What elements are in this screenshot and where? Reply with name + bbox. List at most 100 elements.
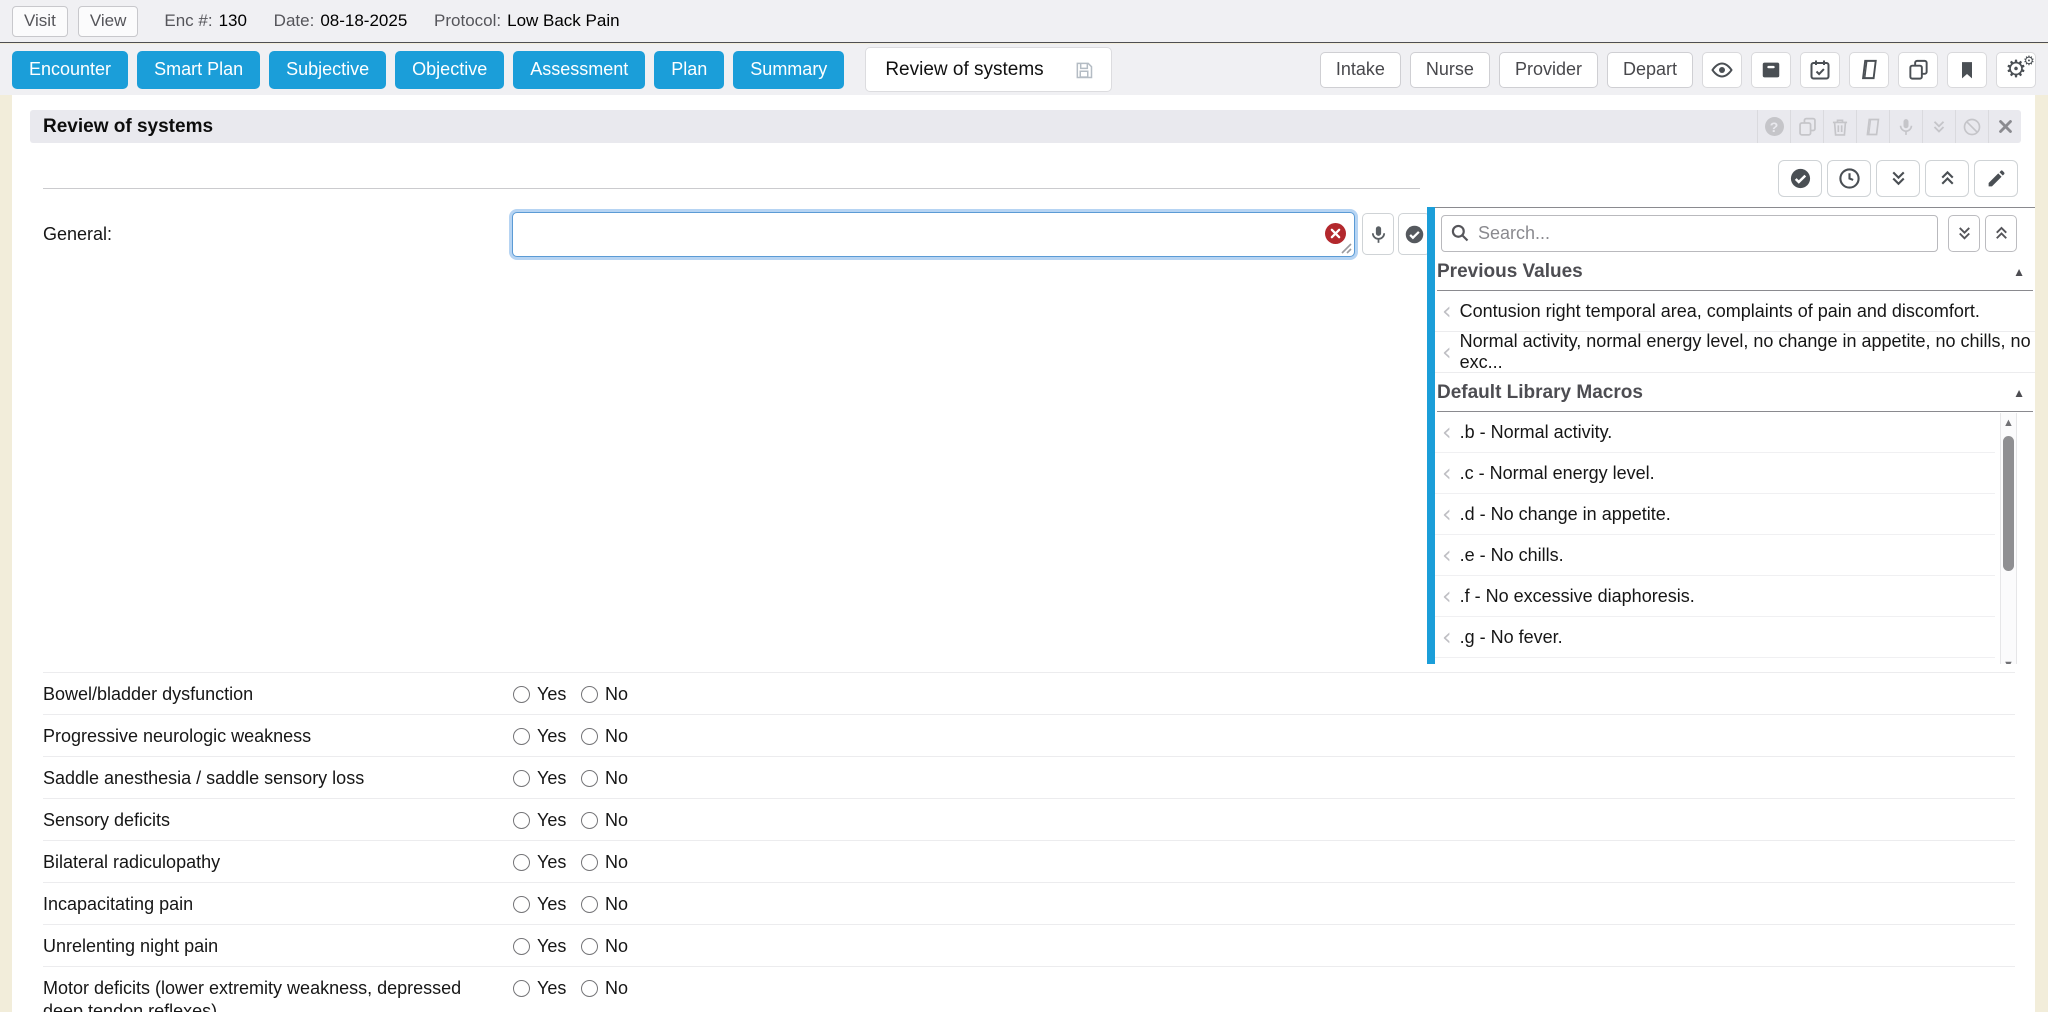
- yes-radio[interactable]: [513, 686, 530, 703]
- check-circle-icon[interactable]: [1778, 160, 1822, 197]
- calendar-check-icon[interactable]: [1800, 52, 1840, 88]
- macros-header[interactable]: Default Library Macros ▲: [1437, 382, 2033, 412]
- collapse-all-up-button[interactable]: [1985, 215, 2017, 252]
- yes-radio[interactable]: [513, 770, 530, 787]
- previous-values-header[interactable]: Previous Values ▲: [1437, 261, 2033, 291]
- question-row: Incapacitating pain Yes No: [43, 882, 2015, 924]
- no-radio[interactable]: [581, 770, 598, 787]
- no-radio[interactable]: [581, 728, 598, 745]
- insert-chevron-icon: ‹: [1442, 504, 1452, 524]
- search-input[interactable]: [1441, 215, 1938, 252]
- eye-icon[interactable]: [1702, 52, 1742, 88]
- macro-list: ‹.b - Normal activity. ‹.c - Normal ener…: [1435, 412, 2035, 664]
- tab-review-of-systems[interactable]: Review of systems: [865, 47, 1111, 92]
- nav-objective-button[interactable]: Objective: [395, 51, 504, 89]
- bookmark-icon[interactable]: [1947, 52, 1987, 88]
- scrollbar-thumb[interactable]: [2003, 436, 2014, 571]
- chevrons-down-icon[interactable]: [1922, 110, 1955, 143]
- resize-grip-icon[interactable]: [1339, 241, 1352, 254]
- no-label: No: [605, 726, 628, 747]
- question-label: Incapacitating pain: [43, 893, 503, 916]
- yes-radio[interactable]: [513, 938, 530, 955]
- expand-all-down-button[interactable]: [1948, 215, 1980, 252]
- clock-icon[interactable]: [1827, 160, 1871, 197]
- macros-title: Default Library Macros: [1437, 382, 1643, 404]
- archive-box-icon[interactable]: [1751, 52, 1791, 88]
- previous-values-title: Previous Values: [1437, 261, 1583, 283]
- no-label: No: [605, 936, 628, 957]
- macro-text: .b - Normal activity.: [1460, 422, 1613, 443]
- help-icon[interactable]: ?: [1757, 110, 1790, 143]
- question-label: Motor deficits (lower extremity weakness…: [43, 977, 503, 1012]
- yes-radio[interactable]: [513, 854, 530, 871]
- macro-item[interactable]: ‹.h - Does not have the feeling of malai…: [1435, 658, 1995, 664]
- copy-icon[interactable]: [1898, 52, 1938, 88]
- close-icon[interactable]: [1988, 110, 2021, 143]
- section-header-icons: ?: [1757, 110, 2021, 143]
- nav-encounter-button[interactable]: Encounter: [12, 51, 128, 89]
- nurse-button[interactable]: Nurse: [1410, 52, 1490, 88]
- no-radio[interactable]: [581, 896, 598, 913]
- previous-value-item[interactable]: ‹ Contusion right temporal area, complai…: [1435, 291, 2035, 332]
- nav-summary-button[interactable]: Summary: [733, 51, 844, 89]
- intake-button[interactable]: Intake: [1320, 52, 1401, 88]
- section-header: Review of systems ?: [30, 110, 2021, 143]
- no-label: No: [605, 894, 628, 915]
- macro-scrollbar[interactable]: ▲ ▼: [2000, 413, 2017, 664]
- no-radio[interactable]: [581, 854, 598, 871]
- macro-item[interactable]: ‹.f - No excessive diaphoresis.: [1435, 576, 1995, 617]
- trash-icon[interactable]: [1823, 110, 1856, 143]
- provider-button[interactable]: Provider: [1499, 52, 1598, 88]
- confirm-check-button[interactable]: [1398, 213, 1430, 255]
- ban-icon[interactable]: [1955, 110, 1988, 143]
- nav-assessment-button[interactable]: Assessment: [513, 51, 645, 89]
- book-icon[interactable]: [1856, 110, 1889, 143]
- scroll-down-icon[interactable]: ▼: [2001, 659, 2016, 664]
- edit-pencil-icon[interactable]: [1974, 160, 2018, 197]
- no-radio[interactable]: [581, 938, 598, 955]
- view-button[interactable]: View: [78, 6, 139, 37]
- question-label: Saddle anesthesia / saddle sensory loss: [43, 767, 503, 790]
- macro-item[interactable]: ‹.c - Normal energy level.: [1435, 453, 1995, 494]
- yes-radio[interactable]: [513, 812, 530, 829]
- dictate-microphone-button[interactable]: [1362, 213, 1394, 255]
- yes-label: Yes: [537, 684, 566, 705]
- nav-subjective-button[interactable]: Subjective: [269, 51, 386, 89]
- chevrons-up-icon[interactable]: [1925, 160, 1969, 197]
- macro-item[interactable]: ‹.e - No chills.: [1435, 535, 1995, 576]
- section-title: Review of systems: [30, 116, 213, 138]
- visit-button[interactable]: Visit: [12, 6, 68, 37]
- insert-chevron-icon: ‹: [1442, 627, 1452, 647]
- no-radio[interactable]: [581, 686, 598, 703]
- yes-label: Yes: [537, 726, 566, 747]
- collapse-triangle-icon[interactable]: ▲: [2013, 265, 2025, 279]
- scroll-up-icon[interactable]: ▲: [2001, 417, 2016, 429]
- book-icon[interactable]: [1849, 52, 1889, 88]
- chevrons-down-icon[interactable]: [1876, 160, 1920, 197]
- copy-icon[interactable]: [1790, 110, 1823, 143]
- nav-smart-plan-button[interactable]: Smart Plan: [137, 51, 260, 89]
- microphone-icon[interactable]: [1889, 110, 1922, 143]
- macro-item[interactable]: ‹ .g - No fever.: [1435, 617, 1995, 658]
- depart-button[interactable]: Depart: [1607, 52, 1693, 88]
- side-search-row: [1441, 215, 2029, 252]
- stage-button-group: Intake Nurse Provider Depart: [1320, 52, 2036, 88]
- previous-value-item[interactable]: ‹ Normal activity, normal energy level, …: [1435, 332, 2035, 373]
- macro-item[interactable]: ‹.d - No change in appetite.: [1435, 494, 1995, 535]
- macro-item[interactable]: ‹.b - Normal activity.: [1435, 412, 1995, 453]
- no-radio[interactable]: [581, 980, 598, 997]
- no-label: No: [605, 684, 628, 705]
- general-input[interactable]: [512, 212, 1355, 257]
- no-radio[interactable]: [581, 812, 598, 829]
- general-label: General:: [43, 212, 112, 257]
- macro-text: .f - No excessive diaphoresis.: [1460, 586, 1695, 607]
- yes-radio[interactable]: [513, 728, 530, 745]
- yes-radio[interactable]: [513, 896, 530, 913]
- macro-text: .g - No fever.: [1460, 627, 1563, 648]
- settings-gears-icon[interactable]: ⚙⚙: [1996, 52, 2036, 88]
- question-row: Unrelenting night pain Yes No: [43, 924, 2015, 966]
- yes-radio[interactable]: [513, 980, 530, 997]
- insert-chevron-icon: ‹: [1442, 342, 1452, 362]
- nav-plan-button[interactable]: Plan: [654, 51, 724, 89]
- collapse-triangle-icon[interactable]: ▲: [2013, 386, 2025, 400]
